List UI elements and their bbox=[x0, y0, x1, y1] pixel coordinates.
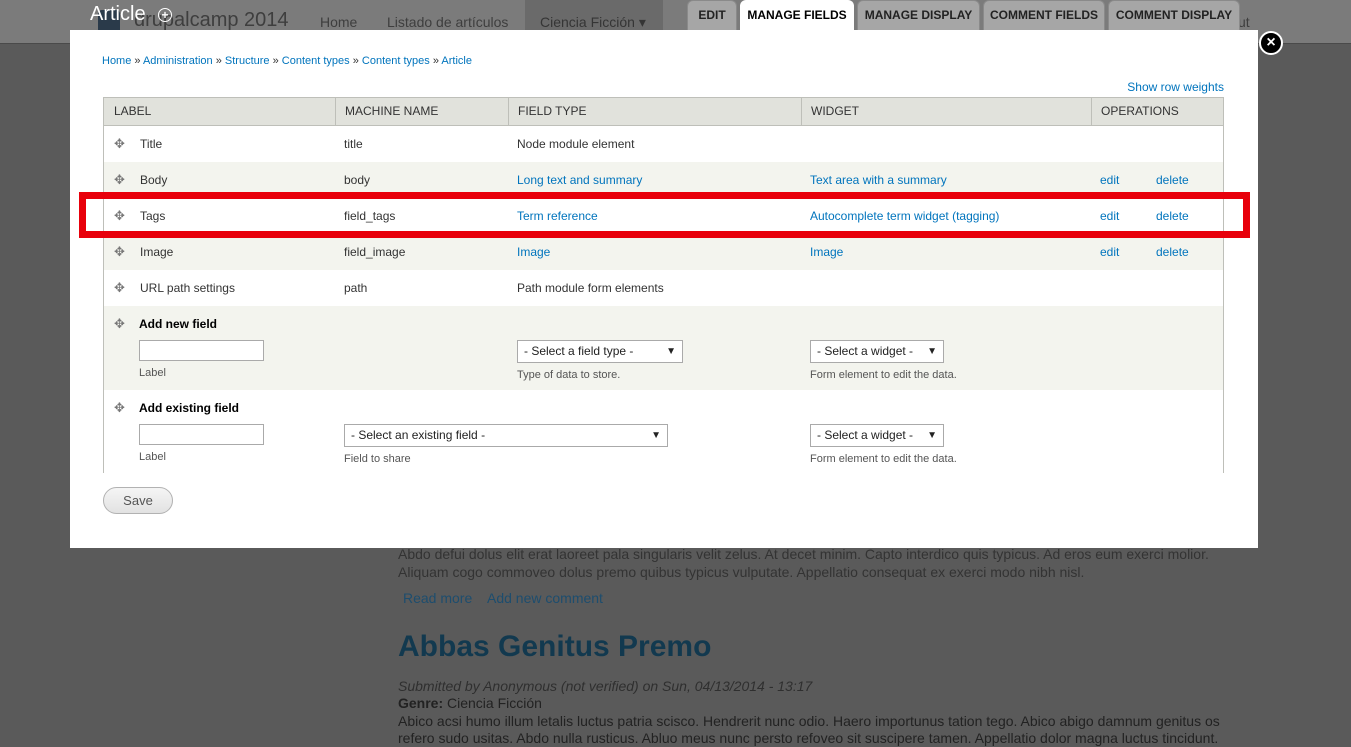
existing-field-select-value: - Select an existing field - bbox=[351, 428, 486, 442]
table-row: ✥ Title title Node module element bbox=[104, 126, 1223, 162]
delete-link[interactable]: delete bbox=[1156, 173, 1189, 187]
breadcrumb-separator: » bbox=[269, 55, 282, 67]
tab-edit[interactable]: EDIT bbox=[687, 0, 737, 30]
existing-field-select[interactable]: - Select an existing field - ▼ bbox=[344, 424, 668, 447]
table-header: LABEL MACHINE NAME FIELD TYPE WIDGET OPE… bbox=[104, 98, 1223, 126]
submitted-by: Submitted by Anonymous (not verified) on… bbox=[398, 678, 813, 694]
overlay-title: Article bbox=[90, 3, 146, 25]
breadcrumb-structure[interactable]: Structure bbox=[225, 55, 270, 67]
header-field-type: FIELD TYPE bbox=[518, 104, 587, 118]
existing-field-widget-select-value: - Select a widget - bbox=[817, 428, 914, 442]
close-icon[interactable]: × bbox=[1259, 31, 1283, 55]
field-type-select[interactable]: - Select a field type - ▼ bbox=[517, 340, 683, 363]
header-operations: OPERATIONS bbox=[1101, 104, 1179, 118]
add-existing-field-row: ✥ Add existing field Label - Select an e… bbox=[104, 390, 1223, 474]
field-type-link[interactable]: Image bbox=[517, 245, 550, 259]
edit-link[interactable]: edit bbox=[1100, 173, 1119, 187]
overlay-dialog: Home » Administration » Structure » Cont… bbox=[70, 30, 1258, 548]
show-row-weights-link[interactable]: Show row weights bbox=[1127, 80, 1224, 94]
breadcrumb: Home » Administration » Structure » Cont… bbox=[102, 55, 472, 67]
existing-field-desc: Field to share bbox=[344, 453, 411, 465]
existing-field-label-desc: Label bbox=[139, 451, 166, 463]
breadcrumb-administration[interactable]: Administration bbox=[143, 55, 213, 67]
add-new-field-title: Add new field bbox=[139, 317, 217, 331]
field-type-link[interactable]: Long text and summary bbox=[517, 173, 642, 187]
drag-handle-icon[interactable]: ✥ bbox=[114, 281, 127, 294]
tab-comment-fields[interactable]: COMMENT FIELDS bbox=[983, 0, 1105, 30]
drag-handle-icon[interactable]: ✥ bbox=[114, 245, 127, 258]
tab-comment-display[interactable]: COMMENT DISPLAY bbox=[1108, 0, 1240, 30]
new-field-widget-select[interactable]: - Select a widget - ▼ bbox=[810, 340, 944, 363]
field-machine-name: title bbox=[344, 137, 363, 151]
add-existing-field-title: Add existing field bbox=[139, 401, 240, 415]
tab-manage-display[interactable]: MANAGE DISPLAY bbox=[857, 0, 980, 30]
header-machine-name: MACHINE NAME bbox=[345, 104, 439, 118]
field-label: Image bbox=[140, 245, 174, 259]
breadcrumb-content-types-1[interactable]: Content types bbox=[282, 55, 350, 67]
table-row: ✥ URL path settings path Path module for… bbox=[104, 270, 1223, 306]
site-name[interactable]: drupalcamp 2014 bbox=[134, 9, 289, 32]
field-machine-name: field_image bbox=[344, 245, 406, 259]
highlight-box bbox=[79, 192, 1250, 238]
existing-field-widget-select[interactable]: - Select a widget - ▼ bbox=[810, 424, 944, 447]
teaser-text-2: Aliquam cogo commoveo dolus premo quibus… bbox=[398, 564, 1085, 580]
field-type-select-value: - Select a field type - bbox=[524, 344, 634, 358]
field-type-desc: Type of data to store. bbox=[517, 369, 621, 381]
add-new-field-row: ✥ Add new field Label - Select a field t… bbox=[104, 306, 1223, 390]
nav-listado[interactable]: Listado de artículos bbox=[387, 14, 508, 30]
body-text-1: Abico acsi humo illum letalis luctus pat… bbox=[398, 713, 1220, 729]
widget-link[interactable]: Image bbox=[810, 245, 843, 259]
fields-table: LABEL MACHINE NAME FIELD TYPE WIDGET OPE… bbox=[103, 97, 1224, 474]
genre-line: Genre: Ciencia Ficción bbox=[398, 695, 542, 711]
existing-field-label-input[interactable] bbox=[139, 424, 264, 445]
nav-home[interactable]: Home bbox=[320, 14, 357, 30]
field-type: Path module form elements bbox=[517, 281, 664, 295]
delete-link[interactable]: delete bbox=[1156, 245, 1189, 259]
article-title[interactable]: Abbas Genitus Premo bbox=[398, 630, 711, 664]
chevron-down-icon: ▼ bbox=[666, 346, 676, 357]
drag-handle-icon[interactable]: ✥ bbox=[114, 401, 127, 414]
breadcrumb-separator: » bbox=[131, 55, 143, 67]
nav-ciencia-ficcion-label: Ciencia Ficción ▾ bbox=[540, 14, 646, 30]
field-label: Title bbox=[140, 137, 163, 151]
genre-value[interactable]: Ciencia Ficción bbox=[443, 695, 542, 711]
breadcrumb-home[interactable]: Home bbox=[102, 55, 131, 67]
chevron-down-icon: ▼ bbox=[927, 346, 937, 357]
breadcrumb-separator: » bbox=[212, 55, 225, 67]
field-label: Body bbox=[140, 173, 168, 187]
drag-handle-icon[interactable]: ✥ bbox=[114, 317, 127, 330]
field-label: URL path settings bbox=[140, 281, 235, 295]
add-shortcut-icon[interactable]: + bbox=[158, 8, 172, 22]
save-button[interactable]: Save bbox=[103, 487, 173, 514]
chevron-down-icon: ▼ bbox=[927, 430, 937, 441]
field-machine-name: path bbox=[344, 281, 368, 295]
existing-field-widget-desc: Form element to edit the data. bbox=[810, 453, 957, 465]
widget-link[interactable]: Text area with a summary bbox=[810, 173, 947, 187]
new-field-label-input[interactable] bbox=[139, 340, 264, 361]
edit-link[interactable]: edit bbox=[1100, 245, 1119, 259]
breadcrumb-separator: » bbox=[349, 55, 362, 67]
breadcrumb-content-types-2[interactable]: Content types bbox=[362, 55, 430, 67]
drag-handle-icon[interactable]: ✥ bbox=[114, 173, 127, 186]
genre-label: Genre: bbox=[398, 695, 444, 711]
breadcrumb-article[interactable]: Article bbox=[441, 55, 472, 67]
new-field-widget-select-value: - Select a widget - bbox=[817, 344, 914, 358]
body-text-2: refero sudo usitas. Abdo nulla rusticus.… bbox=[398, 730, 1219, 746]
drag-handle-icon[interactable]: ✥ bbox=[114, 137, 127, 150]
table-row: ✥ Image field_image Image Image edit del… bbox=[104, 234, 1223, 270]
header-widget: WIDGET bbox=[811, 104, 859, 118]
chevron-down-icon: ▼ bbox=[651, 430, 661, 441]
field-machine-name: body bbox=[344, 173, 371, 187]
add-comment-link[interactable]: Add new comment bbox=[487, 590, 603, 606]
new-field-widget-desc: Form element to edit the data. bbox=[810, 369, 957, 381]
new-field-label-desc: Label bbox=[139, 367, 166, 379]
tab-manage-fields[interactable]: MANAGE FIELDS bbox=[740, 0, 854, 30]
breadcrumb-separator: » bbox=[429, 55, 442, 67]
header-label: LABEL bbox=[114, 104, 152, 118]
field-type: Node module element bbox=[517, 137, 635, 151]
read-more-link[interactable]: Read more bbox=[403, 590, 472, 606]
